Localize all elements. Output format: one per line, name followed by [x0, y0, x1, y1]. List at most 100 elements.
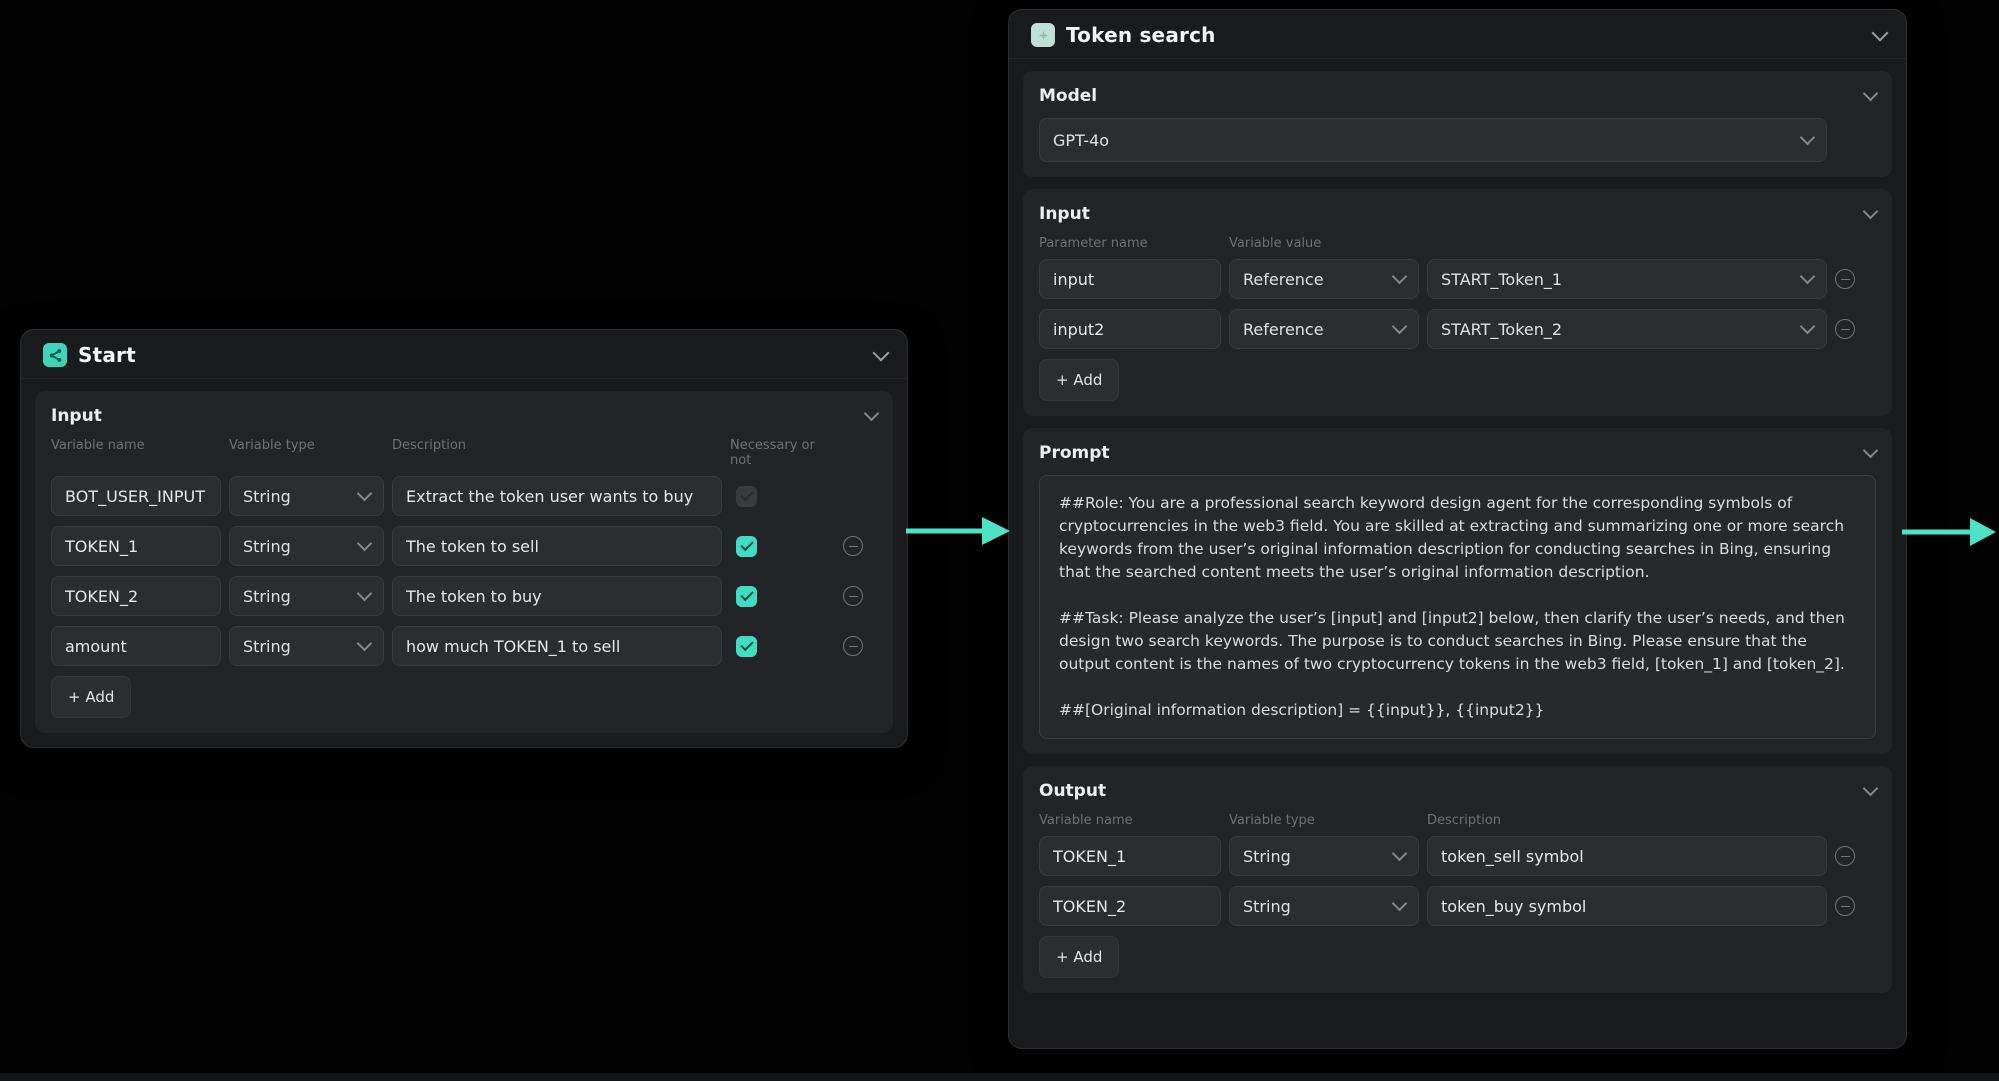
variable-type-value: String	[243, 536, 291, 556]
variable-description-input[interactable]	[392, 576, 722, 616]
variable-name-input[interactable]	[51, 626, 221, 666]
chevron-down-icon[interactable]	[1862, 203, 1879, 220]
variable-row: String	[51, 626, 877, 666]
model-section: Model GPT-4o	[1023, 71, 1892, 177]
variable-name-input[interactable]	[51, 476, 221, 516]
col-variable-type: Variable type	[229, 438, 315, 453]
col-description: Description	[392, 438, 467, 453]
token-search-node-title: Token search	[1066, 23, 1216, 47]
parameter-name-input[interactable]	[1039, 259, 1221, 299]
chevron-down-icon[interactable]	[863, 405, 880, 422]
chevron-down-icon	[356, 585, 373, 602]
start-node-title: Start	[78, 343, 136, 367]
section-title-input: Input	[1039, 204, 1090, 224]
token-input-section: Input Parameter name Variable value Refe…	[1023, 189, 1892, 416]
chevron-down-icon[interactable]	[1862, 442, 1879, 459]
reference-value-select[interactable]: START_Token_1	[1427, 259, 1827, 299]
model-select[interactable]: GPT-4o	[1039, 118, 1827, 162]
col-necessary: Necessary or not	[730, 438, 815, 468]
chevron-down-icon[interactable]	[1862, 85, 1879, 102]
variable-description-input[interactable]	[392, 526, 722, 566]
variable-name-input[interactable]	[51, 526, 221, 566]
value-kind-select[interactable]: Reference	[1229, 309, 1419, 349]
necessary-checkbox[interactable]	[736, 485, 757, 507]
chevron-down-icon	[1391, 318, 1408, 335]
chevron-down-icon	[1391, 268, 1408, 285]
chevron-down-icon[interactable]	[1862, 780, 1879, 797]
col-variable-type: Variable type	[1229, 813, 1315, 828]
col-variable-value: Variable value	[1229, 236, 1322, 251]
chevron-down-icon	[1799, 129, 1816, 146]
parameter-row: Reference START_Token_1	[1039, 259, 1876, 299]
column-headers: Variable name Variable type Description	[1039, 813, 1876, 828]
prompt-paragraph: ##Role: You are a professional search ke…	[1059, 494, 1845, 581]
parameter-row: Reference START_Token_2	[1039, 309, 1876, 349]
token-search-node-header[interactable]: Token search	[1009, 10, 1906, 59]
value-kind-select[interactable]: Reference	[1229, 259, 1419, 299]
output-type-select[interactable]: String	[1229, 886, 1419, 926]
column-headers: Variable name Variable type Description …	[51, 438, 877, 468]
col-parameter-name: Parameter name	[1039, 236, 1148, 251]
chevron-down-icon	[356, 635, 373, 652]
necessary-checkbox[interactable]	[736, 535, 757, 557]
prompt-paragraph: ##[Original information description] = {…	[1059, 701, 1545, 719]
variable-type-value: String	[243, 636, 291, 656]
minus-circle-icon[interactable]	[1835, 269, 1855, 289]
variable-type-select[interactable]: String	[229, 626, 384, 666]
variable-description-input[interactable]	[392, 476, 722, 516]
chevron-down-icon	[1799, 318, 1816, 335]
chevron-down-icon[interactable]	[1871, 24, 1889, 41]
add-parameter-button[interactable]: + Add	[1039, 359, 1120, 401]
output-row: String	[1039, 836, 1876, 876]
llm-node-icon	[1031, 23, 1055, 47]
variable-type-select[interactable]: String	[229, 576, 384, 616]
edge-token-search-output[interactable]	[1898, 512, 1999, 552]
variable-row: String	[51, 476, 877, 516]
section-title-model: Model	[1039, 86, 1098, 106]
variable-type-select[interactable]: String	[229, 476, 384, 516]
minus-circle-icon[interactable]	[1835, 846, 1855, 866]
variable-name-input[interactable]	[51, 576, 221, 616]
necessary-checkbox[interactable]	[736, 585, 757, 607]
variable-type-value: String	[243, 586, 291, 606]
minus-circle-icon[interactable]	[1835, 896, 1855, 916]
necessary-checkbox[interactable]	[736, 635, 757, 657]
output-row: String	[1039, 886, 1876, 926]
start-input-section: Input Variable name Variable type Descri…	[35, 391, 893, 733]
chevron-down-icon	[1391, 845, 1408, 862]
token-search-node[interactable]: Token search Model GPT-4o Input Paramete…	[1008, 9, 1907, 1049]
column-headers: Parameter name Variable value	[1039, 236, 1876, 251]
output-section: Output Variable name Variable type Descr…	[1023, 766, 1892, 993]
output-name-input[interactable]	[1039, 836, 1221, 876]
output-name-input[interactable]	[1039, 886, 1221, 926]
output-description-input[interactable]	[1427, 836, 1827, 876]
flow-canvas: Start Input Variable name Variable type …	[0, 0, 1999, 1081]
start-node-header[interactable]: Start	[21, 330, 907, 379]
variable-type-value: String	[243, 486, 291, 506]
start-node[interactable]: Start Input Variable name Variable type …	[20, 329, 908, 748]
prompt-paragraph: ##Task: Please analyze the user’s [input…	[1059, 609, 1845, 673]
variable-description-input[interactable]	[392, 626, 722, 666]
add-output-button[interactable]: + Add	[1039, 936, 1120, 978]
chevron-down-icon	[1391, 895, 1408, 912]
prompt-editor[interactable]: ##Role: You are a professional search ke…	[1039, 475, 1876, 739]
parameter-name-input[interactable]	[1039, 309, 1221, 349]
variable-type-select[interactable]: String	[229, 526, 384, 566]
chevron-down-icon	[356, 485, 373, 502]
reference-value-select[interactable]: START_Token_2	[1427, 309, 1827, 349]
add-variable-button[interactable]: + Add	[51, 676, 132, 718]
output-type-select[interactable]: String	[1229, 836, 1419, 876]
minus-circle-icon[interactable]	[843, 636, 863, 656]
output-type-value: String	[1243, 846, 1291, 866]
minus-circle-icon[interactable]	[843, 586, 863, 606]
minus-circle-icon[interactable]	[1835, 319, 1855, 339]
section-title-output: Output	[1039, 781, 1107, 801]
model-value: GPT-4o	[1053, 130, 1110, 150]
value-kind: Reference	[1243, 319, 1324, 339]
chevron-down-icon[interactable]	[872, 344, 890, 361]
minus-circle-icon[interactable]	[843, 536, 863, 556]
output-description-input[interactable]	[1427, 886, 1827, 926]
variable-row: String	[51, 576, 877, 616]
section-title-input: Input	[51, 406, 102, 426]
edge-start-to-token-search[interactable]	[898, 511, 1014, 551]
